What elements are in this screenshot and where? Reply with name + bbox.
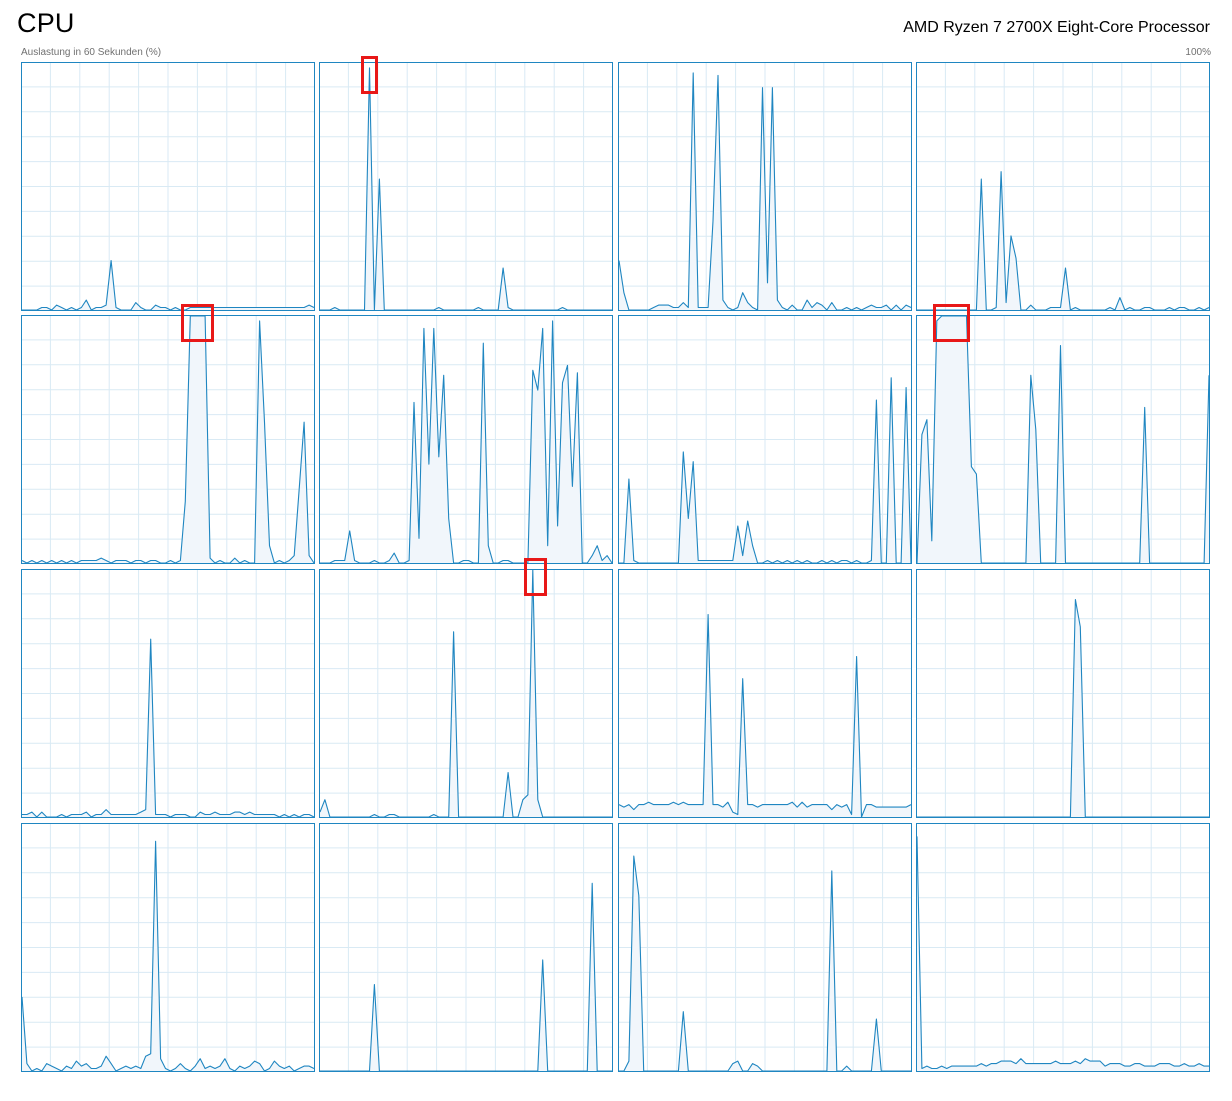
logical-processor-grid (21, 62, 1210, 1072)
processor-graph (319, 62, 613, 311)
processor-graph (319, 315, 613, 564)
processor-graph (916, 823, 1210, 1072)
processor-graph (916, 315, 1210, 564)
processor-graph (618, 823, 912, 1072)
processor-graph (319, 823, 613, 1072)
processor-graph (618, 315, 912, 564)
processor-graph (618, 62, 912, 311)
highlight-box (932, 304, 971, 342)
processor-graph (21, 315, 315, 564)
highlight-box (523, 558, 547, 596)
processor-graph (21, 569, 315, 818)
processor-graph (21, 62, 315, 311)
processor-graph (916, 569, 1210, 818)
highlight-box (181, 304, 215, 342)
processor-graph (21, 823, 315, 1072)
processor-graph (916, 62, 1210, 311)
highlight-box (360, 55, 379, 94)
processor-graph (618, 569, 912, 818)
processor-graph (319, 569, 613, 818)
